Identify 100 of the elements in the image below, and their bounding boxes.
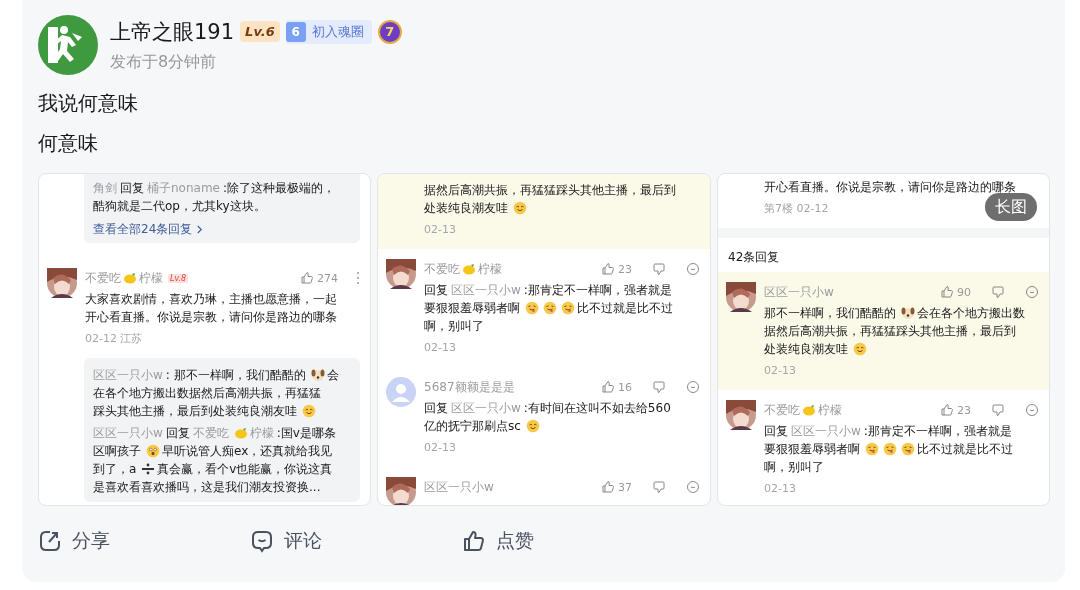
thumbs-up-icon — [462, 529, 486, 553]
tongue-face-icon — [561, 301, 575, 315]
user-name[interactable]: 区区一只小w — [451, 281, 521, 299]
user-name[interactable]: 区区一只小w — [764, 283, 834, 301]
comment-text: : 那不一样啊，我们酷酷的 — [165, 366, 306, 384]
comment-text: 酷狗就是二代op，尤其ky这块。 — [93, 197, 266, 215]
user-name[interactable]: 不爱吃 — [85, 269, 121, 287]
comment-text: 会在各个地方搬出数 — [917, 304, 1025, 322]
like-count: 16 — [618, 380, 632, 394]
lemon-icon — [233, 426, 248, 440]
tongue-face-icon — [543, 301, 557, 315]
tongue-face-icon — [865, 442, 879, 456]
dog-face-icon — [901, 306, 915, 320]
user-name[interactable]: 区区一只小w — [93, 366, 163, 384]
comment-icon[interactable] — [1025, 403, 1039, 417]
comment-icon[interactable] — [1025, 285, 1039, 299]
comment-text: :国v是哪条 — [276, 424, 336, 442]
thumbs-up-icon[interactable] — [601, 262, 615, 276]
user-name[interactable]: 区区一只小w — [93, 424, 163, 442]
view-all-replies-link[interactable]: 查看全部24条回复 — [93, 221, 204, 237]
surprised-face-icon — [146, 444, 160, 458]
comment-text: 据然后高潮共振，再猛猛踩头其他主播，最后到 — [764, 322, 1016, 340]
more-icon[interactable] — [356, 271, 360, 285]
thumbs-down-icon[interactable] — [991, 285, 1005, 299]
thumbs-down-icon[interactable] — [652, 380, 666, 394]
user-name[interactable]: 桶子noname — [147, 179, 220, 197]
tongue-face-icon — [901, 442, 915, 456]
thumbs-down-icon[interactable] — [652, 480, 666, 494]
user-name[interactable]: 区区一只小w — [451, 399, 521, 417]
comment-text: 早听说管人痴ex，还真就给我见 — [162, 442, 333, 460]
thumbs-up-icon[interactable] — [940, 285, 954, 299]
screenshot-panel[interactable]: 开心看直播。你说是宗教，请问你是路边的哪条 第7楼 02-12 42条回复 区区一只小w 90 那不一样啊，我们酷酷的 会在各个地方搬出数 据然后高潮共振，再猛猛踩头其他主播，最后到 处装纯良潮友哇 02-13 不爱吃 柠檬 23 回复 区区一只小w :那肯定不一样啊，强者就是 要狠狠羞辱弱者啊 比不过就是比不过 啊，别叫了 02-13 长图 — [717, 173, 1050, 506]
smiling-face-icon — [525, 419, 540, 433]
comment-text: 回复 — [165, 424, 190, 442]
author-name[interactable]: 上帝之眼191 — [110, 17, 235, 46]
comment-text: 处装纯良潮友哇 — [764, 340, 848, 358]
comment-text: 会 — [326, 366, 339, 384]
comment-text: :有时间在这叫不如去给560 — [523, 399, 671, 417]
comment-icon[interactable] — [686, 380, 700, 394]
comment-date: 02-12 江苏 — [85, 332, 143, 346]
comment-text: 踩头其他主播，最后到处装纯良潮友哇 — [93, 402, 297, 420]
comment-text: 比不过就是比不过 — [577, 299, 673, 317]
like-count: 274 — [317, 271, 338, 285]
thumbs-up-icon[interactable] — [601, 480, 615, 494]
comment-icon[interactable] — [686, 480, 700, 494]
comment-text: 要狠狠羞辱弱者啊 — [424, 299, 520, 317]
dog-face-icon — [310, 368, 325, 382]
user-name[interactable]: 柠檬 — [139, 269, 163, 287]
smiling-face-icon — [302, 404, 316, 418]
comment-text: 是喜欢看喜欢播吗，这是我们潮友投资换... — [93, 478, 321, 496]
thumbs-down-icon[interactable] — [991, 403, 1005, 417]
user-name[interactable]: 不爱吃 — [424, 260, 460, 278]
user-name[interactable]: 柠檬 — [478, 260, 502, 278]
thumbs-up-icon[interactable] — [601, 380, 615, 394]
tongue-face-icon — [883, 442, 897, 456]
user-name[interactable]: 5687额额是是是 — [424, 378, 515, 396]
share-icon — [38, 529, 62, 553]
thumbs-down-icon[interactable] — [652, 262, 666, 276]
medal-badge: 7 — [377, 19, 402, 44]
comment-icon — [250, 529, 274, 553]
comment-text: 回复 — [120, 179, 144, 197]
comment-text: 亿的抚宁那刷点sc — [424, 417, 521, 435]
comment-text: 回复 — [764, 422, 788, 440]
user-name[interactable]: 柠檬 — [249, 424, 274, 442]
comment-text: 要狠狠羞辱弱者啊 — [764, 440, 860, 458]
comment-icon[interactable] — [686, 262, 700, 276]
user-name[interactable]: 柠檬 — [818, 401, 842, 419]
thumbs-up-icon[interactable] — [940, 403, 954, 417]
user-name[interactable]: 区区一只小w — [791, 422, 861, 440]
comment-text: 区啊孩子 — [93, 442, 141, 460]
comment-date: 02-13 — [764, 482, 796, 496]
comment-text: 啊，别叫了 — [424, 317, 484, 335]
user-name[interactable]: 区区一只小w — [424, 478, 494, 496]
level-badge: Lv.6 — [240, 21, 280, 42]
comment-text: 处装纯良潮友哇 — [424, 199, 508, 217]
user-name[interactable]: 角剑 — [93, 179, 117, 197]
lemon-icon — [802, 403, 816, 417]
screenshot-panel[interactable] — [38, 173, 371, 506]
comment-date: 02-13 — [424, 441, 456, 455]
screenshot-panel[interactable]: 据然后高潮共振，再猛猛踩头其他主播，最后到 处装纯良潮友哇 02-13 不爱吃 柠檬 23 回复 区区一只小w :那肯定不一样啊，强者就是 要狠狠羞辱弱者啊 比不过就是比不过 啊，别叫了 02-13 5687额额是是是 16 回复 区区一只小w :有时间在这叫不如去给560 亿的抚宁那刷点sc 02-13 区区一只小w 37 — [377, 173, 711, 506]
lemon-icon — [462, 262, 476, 276]
thumbs-up-icon[interactable] — [300, 271, 314, 285]
comment-date: 第7楼 02-12 — [764, 202, 829, 216]
tongue-face-icon — [525, 301, 539, 315]
exit-sign-avatar-icon[interactable] — [38, 15, 98, 75]
comment-text: 比不过就是比不过 — [917, 440, 1013, 458]
like-count: 37 — [618, 480, 632, 494]
division-sign-icon — [141, 462, 156, 476]
comment-text: 大家喜欢剧情，喜欢乃琳，主播也愿意播，一起 — [85, 290, 337, 308]
user-name[interactable]: 不爱吃 — [764, 401, 800, 419]
comment-text: :除了这种最极端的， — [223, 179, 336, 197]
comment-text: 回复 — [424, 281, 448, 299]
comment-date: 02-13 — [424, 223, 456, 237]
comment-button[interactable]: 评论 — [250, 528, 462, 554]
comment-text: 在各个地方搬出数据然后高潮共振，再猛猛 — [93, 384, 321, 402]
like-count: 23 — [618, 262, 632, 276]
user-name[interactable]: 不爱吃 — [192, 424, 229, 442]
like-count: 23 — [957, 403, 971, 417]
share-button[interactable]: 分享 — [38, 528, 250, 554]
like-button[interactable]: 点赞 — [462, 528, 674, 554]
